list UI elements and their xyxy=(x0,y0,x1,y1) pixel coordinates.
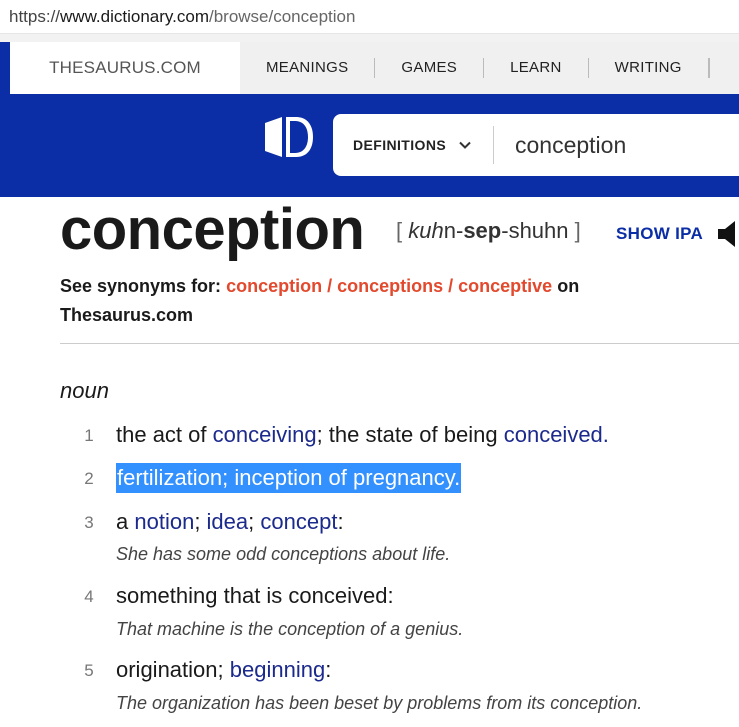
pron-bracket-open: [ xyxy=(396,218,403,243)
toolbar-separator xyxy=(0,34,739,42)
chevron-down-icon xyxy=(459,141,471,149)
definition-fragment: a xyxy=(116,509,135,534)
synonym-link-conception[interactable]: conception xyxy=(226,276,322,296)
definition-number: 3 xyxy=(84,513,94,532)
definition-link-idea[interactable]: idea xyxy=(207,509,249,534)
definition-number: 1 xyxy=(84,426,94,445)
definition-fragment: ; xyxy=(248,509,261,534)
search-mode-dropdown[interactable]: DEFINITIONS xyxy=(353,114,472,176)
definition-fragment: the act of xyxy=(116,422,213,447)
definition-text: the act of conceiving; the state of bein… xyxy=(116,422,609,448)
synonym-link-conceptions[interactable]: conceptions xyxy=(337,276,443,296)
nav-item-learn[interactable]: LEARN xyxy=(484,58,589,78)
url-text[interactable]: https://www.dictionary.com/browse/concep… xyxy=(9,7,355,27)
definition-number: 4 xyxy=(84,587,94,606)
definition-text: a notion; idea; concept: xyxy=(116,509,344,535)
search-bar: DEFINITIONS xyxy=(333,114,739,176)
definition-link-concept[interactable]: concept xyxy=(260,509,337,534)
definition-link-notion[interactable]: notion xyxy=(134,509,194,534)
definition-number: 2 xyxy=(84,469,94,488)
definition-fragment: ; xyxy=(194,509,207,534)
synonym-separator: / xyxy=(322,276,338,296)
section-divider xyxy=(60,343,739,344)
search-mode-label: DEFINITIONS xyxy=(353,137,447,153)
synonym-separator: / xyxy=(443,276,459,296)
search-divider xyxy=(493,126,494,164)
search-input[interactable] xyxy=(515,126,735,164)
definition-number: 5 xyxy=(84,661,94,680)
pron-part: n xyxy=(443,218,456,243)
url-scheme: https:// xyxy=(9,7,61,26)
pron-bracket-close: ] xyxy=(574,218,581,243)
synonyms-prefix: See synonyms for: xyxy=(60,276,222,296)
definition-fragment: origination; xyxy=(116,657,230,682)
definition-link-conceiving[interactable]: conceiving xyxy=(213,422,317,447)
show-ipa-button[interactable]: SHOW IPA xyxy=(616,224,703,244)
synonyms-suffix: on xyxy=(557,276,580,296)
selected-text[interactable]: fertilization; inception of pregnancy. xyxy=(116,463,462,493)
nav-item-games[interactable]: GAMES xyxy=(375,58,485,78)
site-header: DEFINITIONS xyxy=(0,94,739,197)
definition-fragment: ; the state of being xyxy=(316,422,504,447)
address-bar[interactable]: https://www.dictionary.com/browse/concep… xyxy=(0,0,739,34)
top-nav: THESAURUS.COM MEANINGS GAMES LEARN WRITI… xyxy=(0,42,739,94)
synonyms-line: See synonyms for: conception / conceptio… xyxy=(60,272,700,330)
pron-hyphen: - xyxy=(501,218,509,243)
definition-link-conceived[interactable]: conceived xyxy=(504,422,603,447)
nav-divider xyxy=(708,58,710,78)
definition-example: The organization has been beset by probl… xyxy=(116,693,643,713)
nav-item-meanings[interactable]: MEANINGS xyxy=(240,58,376,78)
speaker-icon[interactable] xyxy=(716,219,739,249)
nav-edge xyxy=(0,42,10,94)
url-path: /browse/conception xyxy=(208,7,356,26)
pron-part: kuh xyxy=(408,218,444,243)
thesaurus-site-name: Thesaurus.com xyxy=(60,305,194,325)
url-domain: www.dictionary.com xyxy=(60,7,209,26)
definition-text: something that is conceived: xyxy=(116,583,394,608)
pron-part: shuhn xyxy=(508,218,569,243)
pronunciation: [ kuhn-sep-shuhn ] xyxy=(396,218,581,244)
dictionary-logo-icon[interactable] xyxy=(262,113,314,161)
definition-example: She has some odd conceptions about life. xyxy=(116,544,451,564)
pron-stressed: sep xyxy=(463,218,502,243)
definition-text[interactable]: fertilization; inception of pregnancy. xyxy=(116,463,462,493)
definition-fragment: . xyxy=(602,422,609,447)
definition-text: origination; beginning: xyxy=(116,657,331,683)
synonym-link-conceptive[interactable]: conceptive xyxy=(458,276,552,296)
definition-link-beginning[interactable]: beginning xyxy=(230,657,325,682)
definition-fragment: : xyxy=(337,509,344,534)
nav-item-writing[interactable]: WRITING xyxy=(589,58,709,78)
tab-thesaurus[interactable]: THESAURUS.COM xyxy=(10,42,240,94)
definition-fragment: : xyxy=(325,657,332,682)
headword: conception xyxy=(60,197,365,262)
definition-example: That machine is the conception of a geni… xyxy=(116,619,464,639)
nav-menu: MEANINGS GAMES LEARN WRITING xyxy=(240,42,739,94)
part-of-speech: noun xyxy=(60,378,109,403)
